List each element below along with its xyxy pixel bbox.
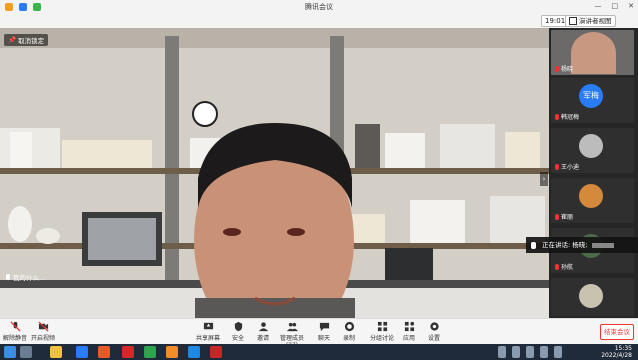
security-button[interactable]: 安全 — [228, 321, 248, 342]
folder-icon[interactable] — [50, 346, 62, 358]
grid-icon — [569, 17, 577, 25]
speaker-view-label: 演讲者视图 — [579, 17, 612, 25]
tray-icon[interactable] — [498, 346, 506, 358]
avatar — [579, 134, 603, 158]
tray-icon[interactable] — [540, 346, 548, 358]
collapse-sidebar-arrow[interactable]: › — [540, 172, 548, 186]
tencent-meeting-icon[interactable] — [188, 346, 200, 358]
speaking-label: 我的什么... — [13, 274, 46, 282]
participant-name: 王小迪 — [555, 162, 579, 171]
invite-icon — [258, 322, 268, 332]
apps-button[interactable]: 应用 — [399, 321, 419, 342]
meeting-controls: 解除静音 开启视频 共享屏幕 安全 邀请 管理成员(37) 聊天 录制 分组讨论… — [0, 318, 638, 349]
record-icon — [344, 321, 354, 332]
camera-off-icon — [37, 321, 49, 332]
avatar — [579, 184, 603, 208]
app-icon[interactable] — [166, 346, 178, 358]
mic-icon — [6, 274, 10, 280]
wps-icon[interactable] — [122, 346, 134, 358]
start-video-button[interactable]: 开启视频 — [31, 321, 55, 342]
mic-muted-icon — [555, 113, 559, 120]
share-screen-button[interactable]: 共享屏幕 — [195, 321, 221, 342]
ticker-label: 正在讲话: 杨晓; — [542, 241, 588, 249]
background-scene — [0, 28, 549, 318]
window-controls: — □ ✕ — [595, 2, 635, 10]
apps-icon — [404, 321, 414, 332]
tray-icon[interactable] — [526, 346, 534, 358]
participant-tile[interactable]: 军梅 韩冠梅 — [551, 78, 634, 123]
mic-muted-icon — [555, 213, 559, 220]
system-clock[interactable]: 15:35 2022/4/28 — [601, 345, 632, 359]
mic-muted-icon — [9, 321, 21, 332]
search-icon[interactable] — [20, 346, 32, 358]
mic-icon — [531, 242, 536, 249]
avatar: 军梅 — [579, 84, 603, 108]
participant-name: 孙航 — [555, 262, 573, 271]
settings-button[interactable]: 设置 — [424, 321, 444, 342]
mic-muted-icon — [555, 263, 559, 270]
clock-date: 2022/4/28 — [601, 352, 632, 359]
avatar — [579, 284, 603, 308]
participant-name: 崔丽 — [555, 212, 573, 221]
tray-icon[interactable] — [554, 346, 562, 358]
close-icon[interactable]: ✕ — [628, 2, 634, 10]
participant-tile[interactable] — [551, 278, 634, 316]
redacted-name — [591, 242, 614, 248]
unlock-label: 取消锁定 — [18, 37, 45, 45]
maximize-icon[interactable]: □ — [612, 2, 619, 10]
tray-icon[interactable] — [512, 346, 520, 358]
app-icon[interactable] — [144, 346, 156, 358]
mic-muted-icon — [555, 163, 559, 170]
minimize-icon[interactable]: — — [595, 2, 602, 10]
unlock-button[interactable]: 📌 取消锁定 — [4, 34, 49, 46]
members-icon — [286, 322, 298, 332]
breakout-icon — [377, 321, 387, 332]
participant-tile[interactable]: 王小迪 — [551, 128, 634, 173]
browser-icon[interactable] — [76, 346, 88, 358]
pin-icon: 📌 — [8, 36, 17, 44]
clock-time: 15:35 — [614, 345, 632, 352]
speaking-ticker: 正在讲话: 杨晓; — [526, 237, 638, 253]
record-button[interactable]: 录制 — [339, 321, 359, 342]
screen-share-icon — [203, 322, 213, 330]
participant-name: 韩冠梅 — [555, 112, 579, 121]
speaker-view-button[interactable]: 演讲者视图 — [565, 15, 616, 27]
invite-button[interactable]: 邀请 — [253, 321, 273, 342]
mic-muted-icon — [555, 65, 559, 72]
participant-video — [194, 123, 355, 318]
participant-tile[interactable]: 杨晓 — [551, 30, 634, 75]
participant-name: 杨晓 — [555, 64, 573, 73]
breakout-rooms-button[interactable]: 分组讨论 — [367, 321, 397, 342]
window-title: 腾讯会议 — [305, 3, 333, 11]
unmute-button[interactable]: 解除静音 — [3, 321, 27, 342]
end-meeting-button[interactable]: 结束会议 — [600, 324, 634, 340]
speaking-overlay: 我的什么... — [6, 272, 45, 282]
gear-icon — [429, 322, 439, 331]
chat-icon — [319, 322, 329, 332]
video-thumbnail — [571, 32, 616, 74]
meeting-toolbar: 19:01 演讲者视图 — [0, 13, 638, 29]
windows-start-icon[interactable] — [4, 346, 16, 358]
main-video-stage[interactable]: 📌 取消锁定 我的什么... — [0, 28, 549, 318]
shield-icon — [234, 321, 242, 332]
participant-tile[interactable]: 崔丽 — [551, 178, 634, 223]
os-taskbar: 15:35 2022/4/28 — [0, 344, 638, 360]
chat-button[interactable]: 聊天 — [314, 321, 334, 342]
participant-sidebar: 杨晓 军梅 韩冠梅 王小迪 崔丽 孙航 — [549, 28, 638, 318]
title-bar: 腾讯会议 — □ ✕ — [0, 0, 638, 13]
app-icon[interactable] — [98, 346, 110, 358]
app-icon[interactable] — [210, 346, 222, 358]
